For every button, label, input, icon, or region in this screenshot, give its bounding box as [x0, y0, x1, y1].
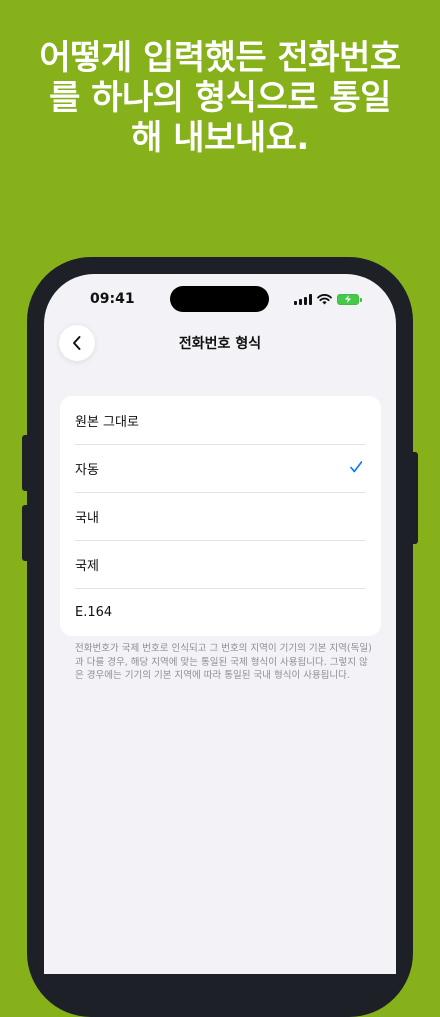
wifi-icon — [317, 293, 332, 304]
option-label: 자동 — [75, 462, 99, 478]
phone-screen: 09:41 전화번호 형식 원본 그대로 자동 국내 국제 E.164 전화번호… — [44, 274, 396, 974]
checkmark-icon — [350, 461, 363, 473]
headline-line-1: 어떻게 입력했든 전화번호 — [39, 38, 401, 78]
cellular-signal-icon — [294, 293, 312, 305]
format-description: 전화번호가 국제 번호로 인식되고 그 번호의 지역이 기기의 기본 지역(독일… — [75, 643, 372, 681]
option-international[interactable]: 국제 — [60, 540, 381, 588]
option-original[interactable]: 원본 그대로 — [60, 396, 381, 444]
option-label: 국내 — [75, 510, 99, 526]
headline: 어떻게 입력했든 전화번호 를 하나의 형식으로 통일 해 내보내요. — [0, 38, 440, 158]
status-time: 09:41 — [90, 291, 135, 307]
dynamic-island — [170, 286, 269, 312]
battery-charging-icon — [337, 293, 362, 305]
option-e164[interactable]: E.164 — [60, 588, 381, 636]
option-auto[interactable]: 자동 — [60, 444, 381, 492]
headline-line-3: 해 내보내요. — [131, 118, 309, 158]
option-label: 국제 — [75, 558, 99, 574]
option-label: 원본 그대로 — [75, 414, 139, 430]
page-title: 전화번호 형식 — [178, 336, 262, 352]
headline-line-2: 를 하나의 형식으로 통일 — [49, 78, 391, 118]
option-label: E.164 — [75, 604, 113, 620]
option-domestic[interactable]: 국내 — [60, 492, 381, 540]
phone-format-options-list: 원본 그대로 자동 국내 국제 E.164 — [60, 396, 381, 636]
status-icons — [294, 293, 362, 305]
